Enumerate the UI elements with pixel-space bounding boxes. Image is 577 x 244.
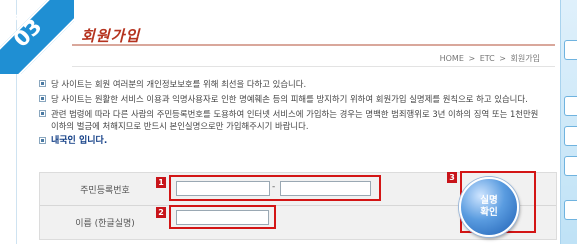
breadcrumb-item-current: 회원가입 <box>510 54 540 63</box>
sidebar-tab[interactable] <box>564 40 577 60</box>
breadcrumb-separator: > <box>499 54 506 63</box>
highlight-box-1 <box>169 175 381 201</box>
highlight-box-2 <box>169 205 276 229</box>
notice-item-domestic: 내국인 입니다. <box>39 135 539 147</box>
confirm-label-line1: 실명 <box>480 195 498 206</box>
notice-text: 당 사이트는 원활한 서비스 이용과 익명사용자로 인한 명예훼손 등의 피해를… <box>51 94 528 104</box>
notice-item: 당 사이트는 원활한 서비스 이용과 익명사용자로 인한 명예훼손 등의 피해를… <box>39 93 539 105</box>
notice-item: 당 사이트는 회원 여러분의 개인정보보호를 위해 최선을 다하고 있습니다. <box>39 78 539 90</box>
notice-list: 당 사이트는 회원 여러분의 개인정보보호를 위해 최선을 다하고 있습니다. … <box>39 78 539 150</box>
notice-text: 관련 법령에 따라 다른 사람의 주민등록번호를 도용하여 인터넷 서비스에 가… <box>51 109 539 131</box>
title-divider <box>72 44 555 46</box>
highlight-badge-2: 2 <box>156 207 166 218</box>
breadcrumb-item-home[interactable]: HOME <box>440 54 464 63</box>
rrn-label: 주민등록번호 <box>80 186 130 196</box>
name-label: 이름 (한글실명) <box>75 219 135 229</box>
breadcrumb-divider <box>72 66 555 67</box>
breadcrumb-separator: > <box>468 54 476 63</box>
breadcrumb-item-etc[interactable]: ETC <box>480 54 495 63</box>
notice-text: 내국인 입니다. <box>51 136 108 146</box>
right-sidebar <box>560 0 577 244</box>
real-name-confirm-button[interactable]: 실명 확인 <box>459 177 519 237</box>
sidebar-tab[interactable] <box>564 200 577 220</box>
notice-text: 당 사이트는 회원 여러분의 개인정보보호를 위해 최선을 다하고 있습니다. <box>51 79 307 89</box>
breadcrumb: HOME > ETC > 회원가입 <box>439 53 541 64</box>
sidebar-tab[interactable] <box>564 96 577 116</box>
bullet-icon <box>39 137 46 144</box>
highlight-badge-3: 3 <box>447 172 457 183</box>
bullet-icon <box>39 110 46 117</box>
step-ribbon: STEP 03 <box>0 0 74 74</box>
sidebar-tab[interactable] <box>564 156 577 176</box>
confirm-label-line2: 확인 <box>480 207 498 218</box>
notice-item: 관련 법령에 따라 다른 사람의 주민등록번호를 도용하여 인터넷 서비스에 가… <box>39 108 539 132</box>
sidebar-tab[interactable] <box>564 126 577 146</box>
bullet-icon <box>39 80 46 87</box>
bullet-icon <box>39 95 46 102</box>
highlight-badge-1: 1 <box>156 177 166 188</box>
page-title: 회원가입 <box>81 27 141 45</box>
